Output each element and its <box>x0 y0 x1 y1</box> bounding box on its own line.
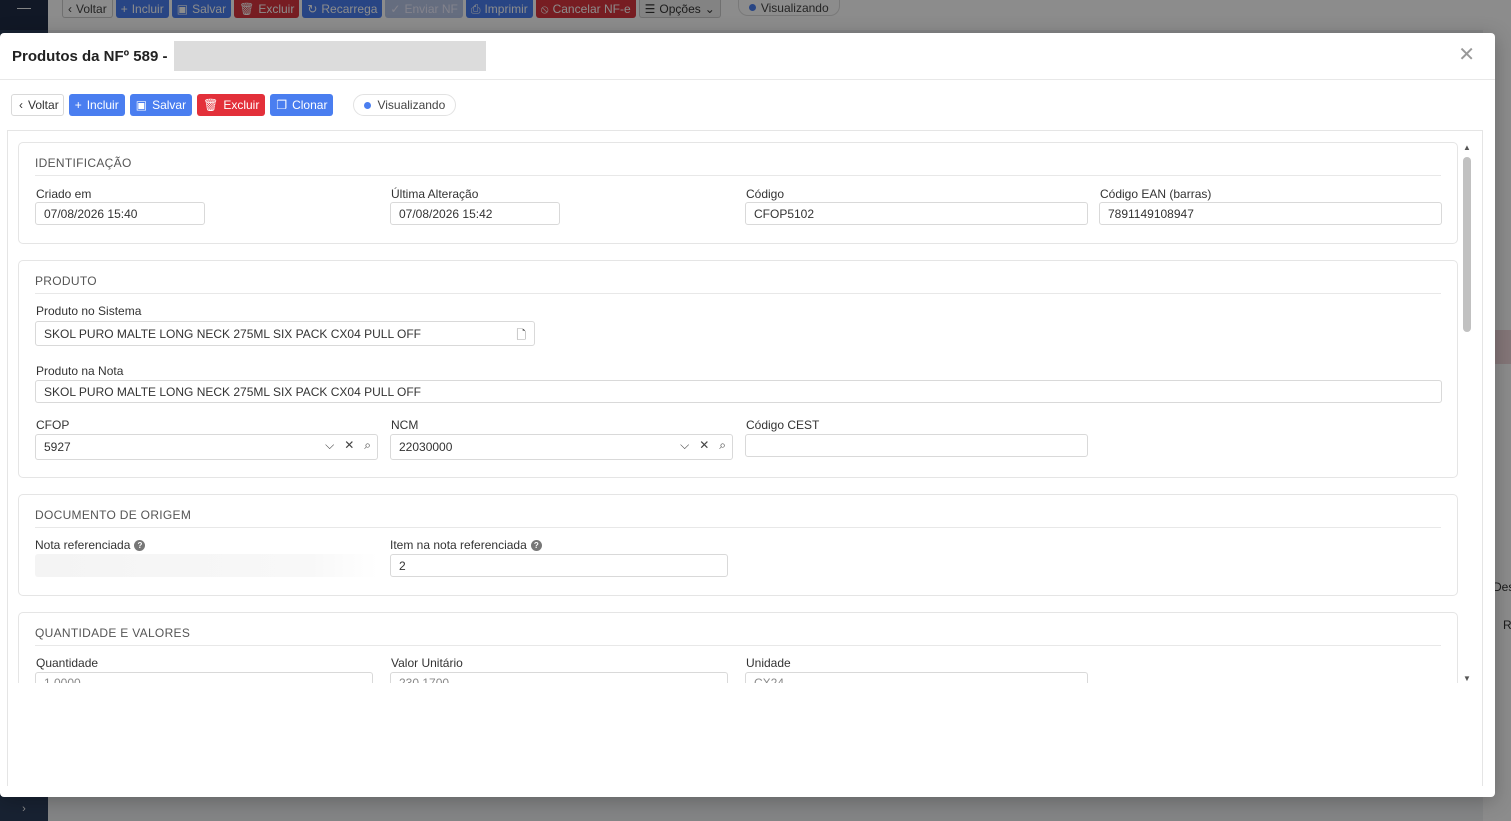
ean-field[interactable]: 7891149108947 <box>1099 202 1442 225</box>
note-product-label: Produto na Nota <box>36 364 124 378</box>
section-title: QUANTIDADE E VALORES <box>35 626 191 640</box>
cest-field[interactable] <box>745 434 1088 457</box>
scroll-down-icon[interactable]: ▼ <box>1463 674 1471 683</box>
help-icon[interactable]: ? <box>530 539 542 551</box>
products-modal: Produtos da NFº 589 - ✕ ‹ Voltar + Incluir… <box>0 33 1495 797</box>
section-documento-origem: DOCUMENTO DE ORIGEM Nota referenciada ? … <box>18 494 1458 596</box>
ncm-tools: ⌵ ✕ ⌕ <box>680 438 726 453</box>
modal-header: Produtos da NFº 589 - ✕ <box>0 33 1495 80</box>
scroll-up-icon[interactable]: ▲ <box>1463 143 1471 152</box>
referenced-item-field[interactable]: 2 <box>390 554 728 577</box>
system-product-label: Produto no Sistema <box>36 304 142 318</box>
close-icon[interactable]: ✕ <box>1458 45 1475 65</box>
clear-icon[interactable]: ✕ <box>699 438 709 453</box>
delete-button[interactable]: 🗑 Excluir <box>197 94 266 116</box>
section-divider <box>35 527 1441 528</box>
section-produto: PRODUTO Produto no Sistema SKOL PURO MAL… <box>18 260 1458 478</box>
system-product-field[interactable]: SKOL PURO MALTE LONG NECK 275ML SIX PACK… <box>35 321 535 346</box>
cest-label: Código CEST <box>746 418 820 432</box>
chevron-left-icon: ‹ <box>19 98 23 112</box>
referenced-item-label: Item na nota referenciada ? <box>390 538 542 552</box>
cfop-label: CFOP <box>36 418 70 432</box>
referenced-note-field[interactable] <box>35 554 378 577</box>
quantity-field[interactable]: 1,0000 <box>35 672 373 683</box>
quantity-label: Quantidade <box>36 656 99 670</box>
form-container: IDENTIFICAÇÃO Criado em 07/08/2026 15:40… <box>7 130 1483 786</box>
section-identificacao: IDENTIFICAÇÃO Criado em 07/08/2026 15:40… <box>18 142 1458 244</box>
cfop-tools: ⌵ ✕ ⌕ <box>325 438 371 453</box>
section-divider <box>35 175 1441 176</box>
section-divider <box>35 293 1441 294</box>
search-icon[interactable]: ⌕ <box>364 438 371 453</box>
section-title: DOCUMENTO DE ORIGEM <box>35 508 192 522</box>
copy-icon: ❐ <box>276 98 288 112</box>
help-icon[interactable]: ? <box>134 539 146 551</box>
code-field[interactable]: CFOP5102 <box>745 202 1088 225</box>
scrollbar-thumb[interactable] <box>1463 157 1471 332</box>
note-product-field[interactable]: SKOL PURO MALTE LONG NECK 275ML SIX PACK… <box>35 380 1442 403</box>
form-scroll-area[interactable]: IDENTIFICAÇÃO Criado em 07/08/2026 15:40… <box>8 131 1460 683</box>
last-modified-field[interactable]: 07/08/2026 15:42 <box>390 202 560 225</box>
search-icon[interactable]: ⌕ <box>719 438 726 453</box>
clone-button[interactable]: ❐ Clonar <box>270 94 334 116</box>
unit-label: Unidade <box>746 656 791 670</box>
system-product-value: SKOL PURO MALTE LONG NECK 275ML SIX PACK… <box>44 326 422 341</box>
trash-icon: 🗑 <box>203 98 219 112</box>
vertical-scrollbar[interactable]: ▲ ▼ <box>1462 143 1472 683</box>
referenced-note-label: Nota referenciada ? <box>35 538 146 552</box>
last-modified-label: Última Alteração <box>391 187 479 201</box>
save-icon: ▣ <box>135 98 148 112</box>
cfop-select[interactable]: 5927 ⌵ ✕ ⌕ <box>35 434 378 460</box>
ncm-label: NCM <box>391 418 419 432</box>
section-title: IDENTIFICAÇÃO <box>35 156 132 170</box>
save-button[interactable]: ▣ Salvar <box>129 94 193 116</box>
status-badge: Visualizando <box>353 94 457 116</box>
ncm-select[interactable]: 22030000 ⌵ ✕ ⌕ <box>390 434 733 460</box>
created-at-field[interactable]: 07/08/2026 15:40 <box>35 202 205 225</box>
unit-price-label: Valor Unitário <box>391 656 463 670</box>
status-dot-icon <box>364 101 372 109</box>
cfop-value: 5927 <box>44 440 71 454</box>
created-at-label: Criado em <box>36 187 92 201</box>
plus-icon: + <box>74 98 82 112</box>
add-button[interactable]: + Incluir <box>68 94 125 116</box>
chevron-down-icon[interactable]: ⌵ <box>680 438 689 453</box>
file-icon[interactable]: 🗋 <box>516 326 526 347</box>
modal-title: Produtos da NFº 589 - <box>12 47 168 65</box>
unit-field[interactable]: CX24 <box>745 672 1088 683</box>
section-quantidade-valores: QUANTIDADE E VALORES Quantidade 1,0000 V… <box>18 612 1458 683</box>
ncm-value: 22030000 <box>399 440 453 454</box>
clear-icon[interactable]: ✕ <box>344 438 354 453</box>
section-title: PRODUTO <box>35 274 97 288</box>
ean-label: Código EAN (barras) <box>1100 187 1212 201</box>
section-divider <box>35 645 1441 646</box>
chevron-down-icon[interactable]: ⌵ <box>325 438 334 453</box>
back-button[interactable]: ‹ Voltar <box>11 94 64 116</box>
code-label: Código <box>746 187 785 201</box>
unit-price-field[interactable]: 230,1700 <box>390 672 728 683</box>
modal-toolbar: ‹ Voltar + Incluir ▣ Salvar 🗑 Excluir ❐ Clona… <box>0 80 1495 130</box>
redacted-block <box>173 41 486 71</box>
